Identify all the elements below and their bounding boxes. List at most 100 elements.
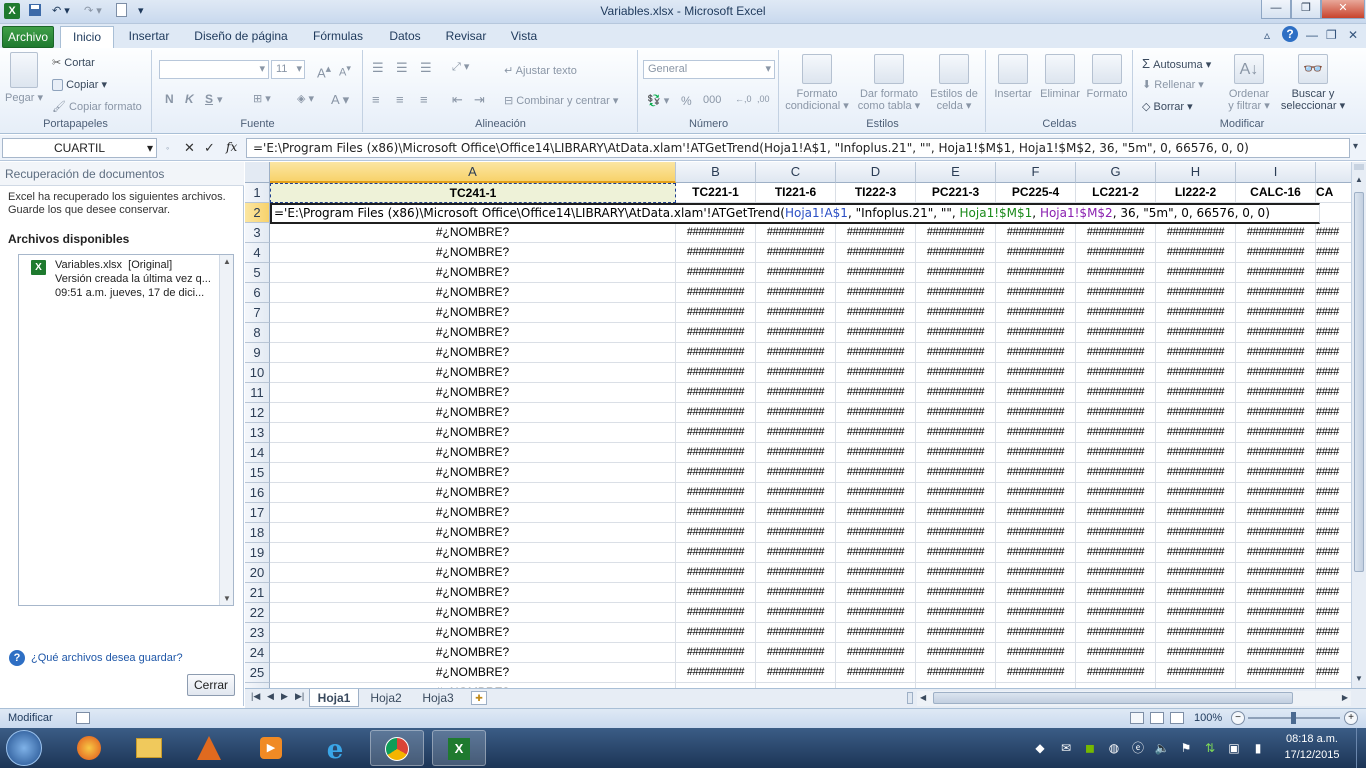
tab-insertar[interactable]: Insertar — [120, 26, 178, 48]
table-cell[interactable]: ########## — [756, 463, 836, 483]
row-header[interactable]: 16 — [245, 483, 270, 503]
table-cell[interactable]: ########## — [756, 343, 836, 363]
increase-decimal-icon[interactable]: ←,0 — [735, 94, 752, 104]
table-cell[interactable]: ########## — [1236, 363, 1316, 383]
table-cell[interactable]: ########## — [1156, 403, 1236, 423]
table-cell[interactable]: ########## — [676, 483, 756, 503]
table-cell[interactable]: ########## — [1156, 283, 1236, 303]
table-cell[interactable]: ########## — [756, 283, 836, 303]
vertical-scrollbar[interactable]: ▲ ▼ — [1351, 162, 1366, 688]
tab-formulas[interactable]: Fórmulas — [304, 26, 372, 48]
vscroll-down-icon[interactable]: ▼ — [1355, 674, 1363, 683]
cell-styles-button[interactable]: Estilos de celda ▾ — [926, 54, 982, 112]
table-cell[interactable]: #¿NOMBRE? — [270, 283, 676, 303]
select-all-corner[interactable] — [245, 162, 270, 183]
table-cell[interactable]: ########## — [1156, 543, 1236, 563]
minimize-button[interactable]: — — [1261, 0, 1291, 19]
font-name-combo[interactable]: ▾ — [159, 60, 269, 79]
table-cell[interactable]: ########## — [916, 483, 996, 503]
table-cell[interactable]: ########## — [756, 243, 836, 263]
row-header[interactable]: 12 — [245, 403, 270, 423]
internet-explorer-icon[interactable]: e — [308, 730, 362, 766]
table-cell[interactable]: ########## — [756, 223, 836, 243]
row-header[interactable]: 17 — [245, 503, 270, 523]
table-cell[interactable]: ########## — [1076, 443, 1156, 463]
table-cell[interactable]: ########## — [676, 343, 756, 363]
tray-updates-icon[interactable]: ⇅ — [1202, 740, 1218, 756]
row-header[interactable]: 25 — [245, 663, 270, 683]
table-cell[interactable]: ########## — [1156, 303, 1236, 323]
table-cell[interactable]: ########## — [996, 263, 1076, 283]
table-cell[interactable]: ########## — [996, 463, 1076, 483]
table-cell[interactable]: ########## — [1156, 463, 1236, 483]
formula-bar-resize-handle[interactable]: ◦ — [166, 143, 169, 153]
table-cell[interactable]: #### — [1316, 423, 1351, 443]
percent-button[interactable]: % — [681, 94, 692, 108]
table-cell[interactable]: ########## — [1076, 423, 1156, 443]
row-header[interactable]: 5 — [245, 263, 270, 283]
help-icon[interactable]: ? — [1282, 26, 1298, 42]
column-header[interactable]: G — [1076, 162, 1156, 183]
table-cell[interactable]: ########## — [836, 563, 916, 583]
table-cell[interactable]: ########## — [916, 563, 996, 583]
table-cell[interactable]: #### — [1316, 503, 1351, 523]
clock-date[interactable]: 17/12/2015 — [1272, 749, 1352, 761]
table-cell[interactable]: ########## — [676, 223, 756, 243]
table-cell[interactable]: ########## — [916, 343, 996, 363]
sheet-tab-hoja3[interactable]: Hoja3 — [413, 689, 463, 707]
wrap-text-button[interactable]: ↵ Ajustar texto — [504, 64, 577, 77]
column-title-cell[interactable]: CALC-16 — [1236, 183, 1316, 203]
table-cell[interactable]: ########## — [916, 523, 996, 543]
zoom-slider-thumb[interactable] — [1291, 712, 1296, 724]
table-cell[interactable]: ########## — [1076, 223, 1156, 243]
table-cell[interactable]: ########## — [1156, 663, 1236, 683]
table-cell[interactable]: ########## — [996, 223, 1076, 243]
table-cell[interactable]: ########## — [1236, 343, 1316, 363]
page-layout-view-icon[interactable] — [1150, 712, 1164, 724]
table-cell[interactable]: ########## — [1236, 383, 1316, 403]
minimize-ribbon-icon[interactable]: ▵ — [1264, 28, 1270, 42]
table-cell[interactable]: #¿NOMBRE? — [270, 303, 676, 323]
table-cell[interactable]: #### — [1316, 583, 1351, 603]
table-cell[interactable]: ########## — [1076, 543, 1156, 563]
cancel-entry-button[interactable]: ✕ — [184, 140, 195, 156]
table-cell[interactable]: ########## — [676, 623, 756, 643]
row-header[interactable]: 8 — [245, 323, 270, 343]
table-cell[interactable]: ########## — [836, 403, 916, 423]
table-cell[interactable]: ########## — [1076, 363, 1156, 383]
table-cell[interactable]: ########## — [916, 363, 996, 383]
copy-button[interactable]: Copiar ▾ — [52, 78, 107, 92]
table-cell[interactable]: ########## — [1076, 323, 1156, 343]
row-header[interactable]: 23 — [245, 623, 270, 643]
sheet-nav-prev-icon[interactable]: ◀ — [267, 691, 274, 702]
column-header[interactable]: F — [996, 162, 1076, 183]
table-cell[interactable]: ########## — [756, 483, 836, 503]
table-cell[interactable]: ########## — [676, 643, 756, 663]
table-cell[interactable]: #¿NOMBRE? — [270, 503, 676, 523]
clear-button[interactable]: ◇ Borrar ▾ — [1142, 100, 1193, 113]
sheet-tab-hoja2[interactable]: Hoja2 — [361, 689, 411, 707]
table-cell[interactable]: ########## — [1236, 223, 1316, 243]
table-cell[interactable]: ########## — [1076, 463, 1156, 483]
table-cell[interactable]: ########## — [1236, 603, 1316, 623]
vscroll-up-icon[interactable]: ▲ — [1355, 175, 1363, 184]
table-cell[interactable]: ########## — [996, 643, 1076, 663]
zoom-in-icon[interactable]: + — [1344, 711, 1358, 725]
table-cell[interactable]: ########## — [1156, 423, 1236, 443]
table-cell[interactable]: ########## — [916, 623, 996, 643]
insert-sheet-icon[interactable]: ✚ — [471, 691, 487, 705]
vscroll-thumb[interactable] — [1354, 192, 1364, 572]
table-cell[interactable]: ########## — [916, 283, 996, 303]
underline-dropdown-icon[interactable]: ▾ — [217, 93, 223, 106]
table-cell[interactable]: ########## — [676, 563, 756, 583]
insert-function-button[interactable]: fx — [226, 140, 237, 154]
row-header[interactable]: 13 — [245, 423, 270, 443]
column-title-cell[interactable]: LC221-2 — [1076, 183, 1156, 203]
table-cell[interactable]: ########## — [996, 383, 1076, 403]
tray-signal-icon[interactable]: ▮ — [1250, 740, 1266, 756]
table-cell[interactable]: ########## — [836, 243, 916, 263]
table-cell[interactable]: #¿NOMBRE? — [270, 483, 676, 503]
table-cell[interactable]: #### — [1316, 303, 1351, 323]
which-files-help-link[interactable]: ¿Qué archivos desea guardar? — [31, 652, 183, 664]
table-cell[interactable]: ########## — [836, 503, 916, 523]
